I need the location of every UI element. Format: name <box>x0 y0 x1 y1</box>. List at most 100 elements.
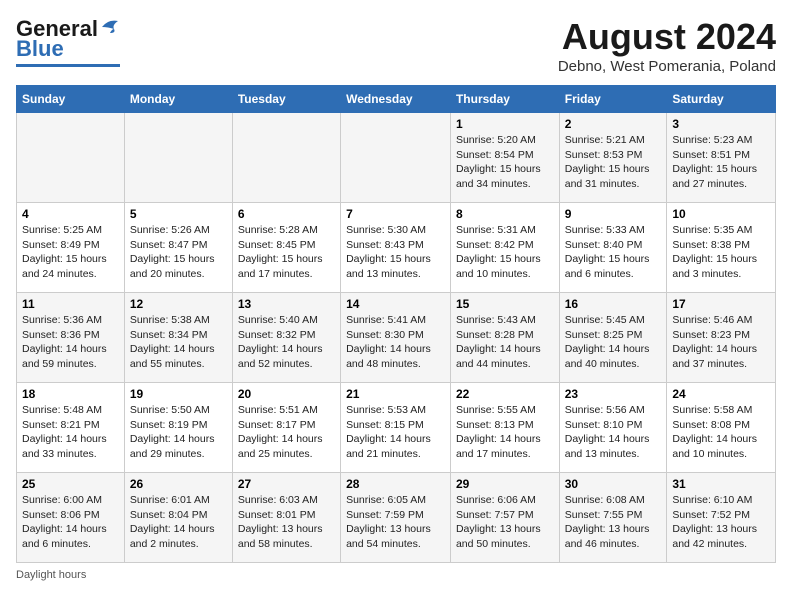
day-number: 17 <box>672 297 770 311</box>
table-row: 1Sunrise: 5:20 AM Sunset: 8:54 PM Daylig… <box>450 113 559 203</box>
day-info: Sunrise: 5:56 AM Sunset: 8:10 PM Dayligh… <box>565 403 662 462</box>
day-number: 2 <box>565 117 662 131</box>
day-number: 9 <box>565 207 662 221</box>
day-number: 28 <box>346 477 445 491</box>
day-info: Sunrise: 6:01 AM Sunset: 8:04 PM Dayligh… <box>130 493 227 552</box>
table-row <box>232 113 340 203</box>
col-sunday: Sunday <box>17 86 125 113</box>
day-number: 19 <box>130 387 227 401</box>
title-block: August 2024 Debno, West Pomerania, Polan… <box>558 16 776 75</box>
table-row: 23 Sunrise: 5:56 AM Sunset: 8:10 PM Dayli… <box>559 383 667 473</box>
calendar-week-row: 18 Sunrise: 5:48 AM Sunset: 8:21 PM Dayli… <box>17 383 776 473</box>
logo-blue-text: Blue <box>16 36 64 62</box>
table-row: 4Sunrise: 5:25 AM Sunset: 8:49 PM Daylig… <box>17 203 125 293</box>
day-info: Sunrise: 5:48 AM Sunset: 8:21 PM Dayligh… <box>22 403 119 462</box>
day-number: 7 <box>346 207 445 221</box>
table-row: 22Sunrise: 5:55 AM Sunset: 8:13 PM Dayli… <box>450 383 559 473</box>
table-row: 30Sunrise: 6:08 AM Sunset: 7:55 PM Dayli… <box>559 473 667 563</box>
day-info: Sunrise: 5:25 AM Sunset: 8:49 PM Dayligh… <box>22 223 119 282</box>
day-info: Sunrise: 5:46 AM Sunset: 8:23 PM Dayligh… <box>672 313 770 372</box>
day-number: 22 <box>456 387 554 401</box>
day-info: Sunrise: 5:38 AM Sunset: 8:34 PM Dayligh… <box>130 313 227 372</box>
day-info: Sunrise: 5:43 AM Sunset: 8:28 PM Dayligh… <box>456 313 554 372</box>
day-number: 16 <box>565 297 662 311</box>
day-info: Sunrise: 6:10 AM Sunset: 7:52 PM Dayligh… <box>672 493 770 552</box>
table-row: 28 Sunrise: 6:05 AM Sunset: 7:59 PM Dayli… <box>341 473 451 563</box>
day-number: 13 <box>238 297 335 311</box>
col-wednesday: Wednesday <box>341 86 451 113</box>
table-row: 21 Sunrise: 5:53 AM Sunset: 8:15 PM Dayli… <box>341 383 451 473</box>
calendar-header-row: Sunday Monday Tuesday Wednesday Thursday… <box>17 86 776 113</box>
day-number: 24 <box>672 387 770 401</box>
table-row: 26 Sunrise: 6:01 AM Sunset: 8:04 PM Dayli… <box>124 473 232 563</box>
day-number: 10 <box>672 207 770 221</box>
month-title: August 2024 <box>558 16 776 58</box>
table-row: 20 Sunrise: 5:51 AM Sunset: 8:17 PM Dayli… <box>232 383 340 473</box>
table-row: 8Sunrise: 5:31 AM Sunset: 8:42 PM Daylig… <box>450 203 559 293</box>
daylight-hours-label: Daylight hours <box>16 569 86 581</box>
table-row: 5 Sunrise: 5:26 AM Sunset: 8:47 PM Daylig… <box>124 203 232 293</box>
day-info: Sunrise: 5:36 AM Sunset: 8:36 PM Dayligh… <box>22 313 119 372</box>
day-number: 31 <box>672 477 770 491</box>
day-info: Sunrise: 5:20 AM Sunset: 8:54 PM Dayligh… <box>456 133 554 192</box>
day-number: 25 <box>22 477 119 491</box>
day-info: Sunrise: 5:51 AM Sunset: 8:17 PM Dayligh… <box>238 403 335 462</box>
calendar-table: Sunday Monday Tuesday Wednesday Thursday… <box>16 85 776 563</box>
table-row <box>124 113 232 203</box>
day-number: 14 <box>346 297 445 311</box>
day-number: 20 <box>238 387 335 401</box>
day-number: 12 <box>130 297 227 311</box>
day-info: Sunrise: 5:23 AM Sunset: 8:51 PM Dayligh… <box>672 133 770 192</box>
day-info: Sunrise: 5:45 AM Sunset: 8:25 PM Dayligh… <box>565 313 662 372</box>
table-row: 10Sunrise: 5:35 AM Sunset: 8:38 PM Dayli… <box>667 203 776 293</box>
table-row: 12 Sunrise: 5:38 AM Sunset: 8:34 PM Dayli… <box>124 293 232 383</box>
day-info: Sunrise: 6:06 AM Sunset: 7:57 PM Dayligh… <box>456 493 554 552</box>
calendar-week-row: 4Sunrise: 5:25 AM Sunset: 8:49 PM Daylig… <box>17 203 776 293</box>
table-row: 2 Sunrise: 5:21 AM Sunset: 8:53 PM Daylig… <box>559 113 667 203</box>
table-row: 27Sunrise: 6:03 AM Sunset: 8:01 PM Dayli… <box>232 473 340 563</box>
logo-bird-icon <box>100 19 120 35</box>
table-row: 31 Sunrise: 6:10 AM Sunset: 7:52 PM Dayli… <box>667 473 776 563</box>
table-row: 14 Sunrise: 5:41 AM Sunset: 8:30 PM Dayli… <box>341 293 451 383</box>
day-number: 21 <box>346 387 445 401</box>
day-info: Sunrise: 5:41 AM Sunset: 8:30 PM Dayligh… <box>346 313 445 372</box>
day-number: 15 <box>456 297 554 311</box>
day-number: 18 <box>22 387 119 401</box>
logo: General Blue <box>16 16 120 67</box>
table-row: 29 Sunrise: 6:06 AM Sunset: 7:57 PM Dayli… <box>450 473 559 563</box>
day-info: Sunrise: 5:21 AM Sunset: 8:53 PM Dayligh… <box>565 133 662 192</box>
table-row: 6Sunrise: 5:28 AM Sunset: 8:45 PM Daylig… <box>232 203 340 293</box>
col-tuesday: Tuesday <box>232 86 340 113</box>
logo-underline <box>16 64 120 67</box>
col-saturday: Saturday <box>667 86 776 113</box>
table-row: 16 Sunrise: 5:45 AM Sunset: 8:25 PM Dayli… <box>559 293 667 383</box>
location-subtitle: Debno, West Pomerania, Poland <box>558 58 776 75</box>
day-info: Sunrise: 5:40 AM Sunset: 8:32 PM Dayligh… <box>238 313 335 372</box>
table-row <box>17 113 125 203</box>
calendar-week-row: 1Sunrise: 5:20 AM Sunset: 8:54 PM Daylig… <box>17 113 776 203</box>
table-row: 17 Sunrise: 5:46 AM Sunset: 8:23 PM Dayli… <box>667 293 776 383</box>
day-info: Sunrise: 6:03 AM Sunset: 8:01 PM Dayligh… <box>238 493 335 552</box>
day-info: Sunrise: 5:33 AM Sunset: 8:40 PM Dayligh… <box>565 223 662 282</box>
day-number: 23 <box>565 387 662 401</box>
day-info: Sunrise: 5:53 AM Sunset: 8:15 PM Dayligh… <box>346 403 445 462</box>
table-row: 15 Sunrise: 5:43 AM Sunset: 8:28 PM Dayli… <box>450 293 559 383</box>
day-number: 26 <box>130 477 227 491</box>
day-number: 5 <box>130 207 227 221</box>
table-row: 3Sunrise: 5:23 AM Sunset: 8:51 PM Daylig… <box>667 113 776 203</box>
table-row: 18 Sunrise: 5:48 AM Sunset: 8:21 PM Dayli… <box>17 383 125 473</box>
table-row: 9 Sunrise: 5:33 AM Sunset: 8:40 PM Daylig… <box>559 203 667 293</box>
calendar-week-row: 11Sunrise: 5:36 AM Sunset: 8:36 PM Dayli… <box>17 293 776 383</box>
table-row <box>341 113 451 203</box>
footer-note: Daylight hours <box>16 569 776 581</box>
table-row: 7Sunrise: 5:30 AM Sunset: 8:43 PM Daylig… <box>341 203 451 293</box>
table-row: 25 Sunrise: 6:00 AM Sunset: 8:06 PM Dayli… <box>17 473 125 563</box>
calendar-week-row: 25 Sunrise: 6:00 AM Sunset: 8:06 PM Dayli… <box>17 473 776 563</box>
day-info: Sunrise: 5:58 AM Sunset: 8:08 PM Dayligh… <box>672 403 770 462</box>
day-info: Sunrise: 6:05 AM Sunset: 7:59 PM Dayligh… <box>346 493 445 552</box>
day-info: Sunrise: 6:00 AM Sunset: 8:06 PM Dayligh… <box>22 493 119 552</box>
day-info: Sunrise: 5:26 AM Sunset: 8:47 PM Dayligh… <box>130 223 227 282</box>
page-header: General Blue August 2024 Debno, West Pom… <box>16 16 776 75</box>
day-number: 29 <box>456 477 554 491</box>
table-row: 24 Sunrise: 5:58 AM Sunset: 8:08 PM Dayli… <box>667 383 776 473</box>
